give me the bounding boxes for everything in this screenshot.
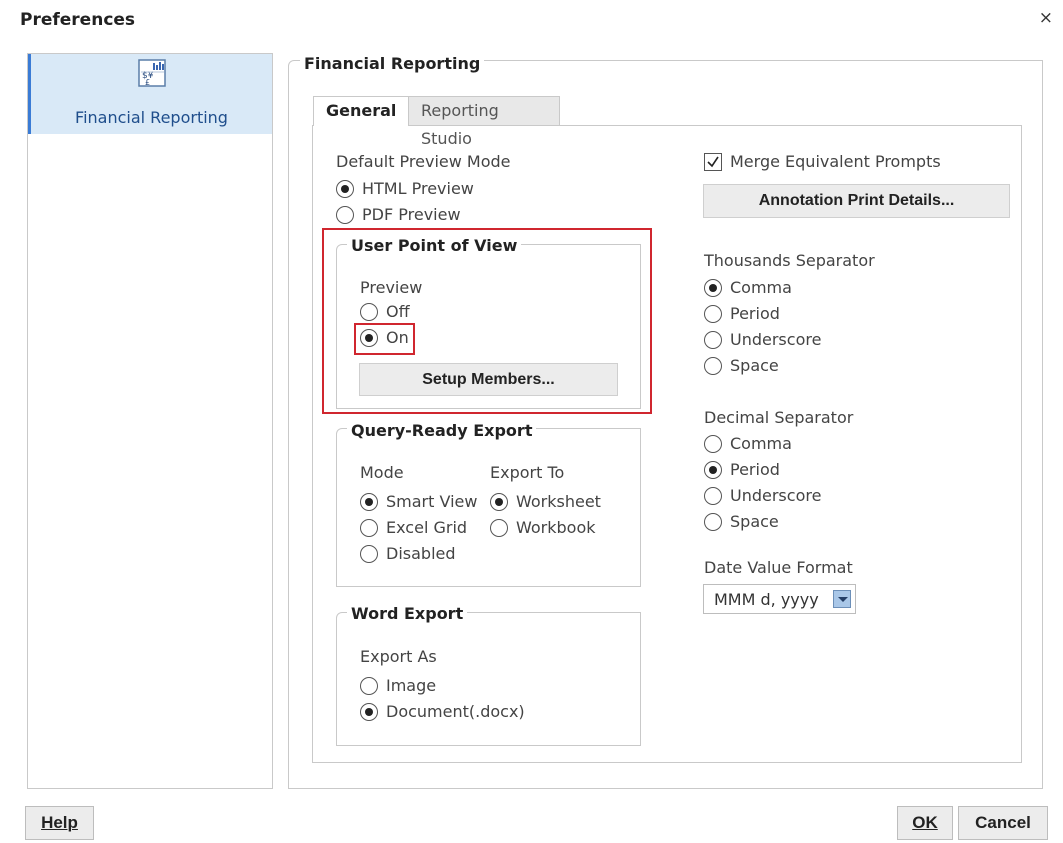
radio-label: Image <box>386 676 437 695</box>
sidebar-item-label: Financial Reporting <box>75 108 228 127</box>
radio-label: Underscore <box>730 330 822 349</box>
radio-thousands-underscore[interactable]: Underscore <box>704 330 821 349</box>
word-export-title: Word Export <box>347 604 468 623</box>
radio-button[interactable] <box>360 544 378 563</box>
dialog-title: Preferences <box>20 10 136 30</box>
date-format-select[interactable]: MMM d, yyyy <box>703 584 856 614</box>
radio-html-preview[interactable]: HTML Preview <box>336 179 474 198</box>
annotation-print-details-button[interactable]: Annotation Print Details... <box>703 184 1010 218</box>
radio-label: Period <box>730 304 780 323</box>
radio-thousands-period[interactable]: Period <box>704 304 780 323</box>
checkbox-label: Merge Equivalent Prompts <box>730 152 941 171</box>
radio-button[interactable] <box>704 356 722 375</box>
radio-smart-view[interactable]: Smart View <box>360 492 477 511</box>
radio-label: Excel Grid <box>386 518 468 537</box>
decimal-separator-label: Decimal Separator <box>704 408 854 427</box>
radio-label: Comma <box>730 278 792 297</box>
mode-label: Mode <box>360 463 404 482</box>
radio-button[interactable] <box>704 434 722 453</box>
radio-label: PDF Preview <box>362 205 461 224</box>
radio-disabled[interactable]: Disabled <box>360 544 456 563</box>
radio-thousands-comma[interactable]: Comma <box>704 278 792 297</box>
radio-button[interactable] <box>704 486 722 505</box>
checkbox[interactable] <box>704 152 722 171</box>
radio-pov-on[interactable]: On <box>360 328 409 347</box>
date-format-value: MMM d, yyyy <box>714 590 819 609</box>
date-format-label: Date Value Format <box>704 558 853 577</box>
radio-button[interactable] <box>360 302 378 321</box>
radio-button[interactable] <box>704 330 722 349</box>
export-as-label: Export As <box>360 647 437 666</box>
radio-label: Space <box>730 356 779 375</box>
radio-label: Document(.docx) <box>386 702 525 721</box>
ok-button[interactable]: OK <box>897 806 953 840</box>
chevron-down-icon[interactable] <box>833 590 851 608</box>
tab-reporting-studio[interactable]: Reporting Studio <box>409 96 560 148</box>
radio-label: Smart View <box>386 492 478 511</box>
checkmark-icon <box>707 156 719 167</box>
radio-button[interactable] <box>490 518 508 537</box>
radio-label: Workbook <box>516 518 596 537</box>
radio-document-docx[interactable]: Document(.docx) <box>360 702 525 721</box>
user-pov-title: User Point of View <box>347 236 522 255</box>
radio-workbook[interactable]: Workbook <box>490 518 596 537</box>
radio-button[interactable] <box>704 460 722 479</box>
radio-button[interactable] <box>360 518 378 537</box>
radio-button[interactable] <box>360 492 378 511</box>
radio-image[interactable]: Image <box>360 676 436 695</box>
radio-label: Comma <box>730 434 792 453</box>
radio-button[interactable] <box>704 304 722 323</box>
query-export-title: Query-Ready Export <box>347 421 537 440</box>
radio-button[interactable] <box>490 492 508 511</box>
cancel-label: Cancel <box>975 813 1031 832</box>
radio-button[interactable] <box>704 278 722 297</box>
radio-label: On <box>386 328 409 347</box>
user-pov-preview-label: Preview <box>360 278 423 297</box>
close-icon[interactable]: × <box>1039 8 1053 28</box>
ok-label: OK <box>912 813 938 832</box>
sidebar-item-financial-reporting[interactable]: $¥ £ Financial Reporting <box>28 54 272 134</box>
help-button[interactable]: Help <box>25 806 94 840</box>
radio-worksheet[interactable]: Worksheet <box>490 492 601 511</box>
radio-label: Period <box>730 460 780 479</box>
radio-pdf-preview[interactable]: PDF Preview <box>336 205 461 224</box>
radio-excel-grid[interactable]: Excel Grid <box>360 518 467 537</box>
radio-decimal-comma[interactable]: Comma <box>704 434 792 453</box>
radio-pov-off[interactable]: Off <box>360 302 410 321</box>
radio-label: Underscore <box>730 486 822 505</box>
radio-decimal-underscore[interactable]: Underscore <box>704 486 821 505</box>
radio-button[interactable] <box>360 328 378 347</box>
help-label: Help <box>41 813 78 832</box>
radio-thousands-space[interactable]: Space <box>704 356 779 375</box>
radio-label: Worksheet <box>516 492 601 511</box>
radio-button[interactable] <box>360 676 378 695</box>
panel-title: Financial Reporting <box>300 54 485 73</box>
radio-label: Disabled <box>386 544 456 563</box>
cancel-button[interactable]: Cancel <box>958 806 1048 840</box>
svg-text:£: £ <box>145 78 150 87</box>
merge-prompts-checkbox[interactable]: Merge Equivalent Prompts <box>704 152 941 171</box>
radio-label: HTML Preview <box>362 179 474 198</box>
tab-general[interactable]: General <box>313 96 409 126</box>
thousands-separator-label: Thousands Separator <box>704 251 875 270</box>
radio-decimal-space[interactable]: Space <box>704 512 779 531</box>
preview-mode-label: Default Preview Mode <box>336 152 511 171</box>
financial-reporting-icon: $¥ £ <box>138 59 166 87</box>
radio-label: Off <box>386 302 410 321</box>
sidebar: $¥ £ Financial Reporting <box>27 53 273 789</box>
radio-label: Space <box>730 512 779 531</box>
radio-decimal-period[interactable]: Period <box>704 460 780 479</box>
radio-button[interactable] <box>336 179 354 198</box>
setup-members-button[interactable]: Setup Members... <box>359 363 618 396</box>
radio-button[interactable] <box>704 512 722 531</box>
export-to-label: Export To <box>490 463 565 482</box>
radio-button[interactable] <box>360 702 378 721</box>
radio-button[interactable] <box>336 205 354 224</box>
